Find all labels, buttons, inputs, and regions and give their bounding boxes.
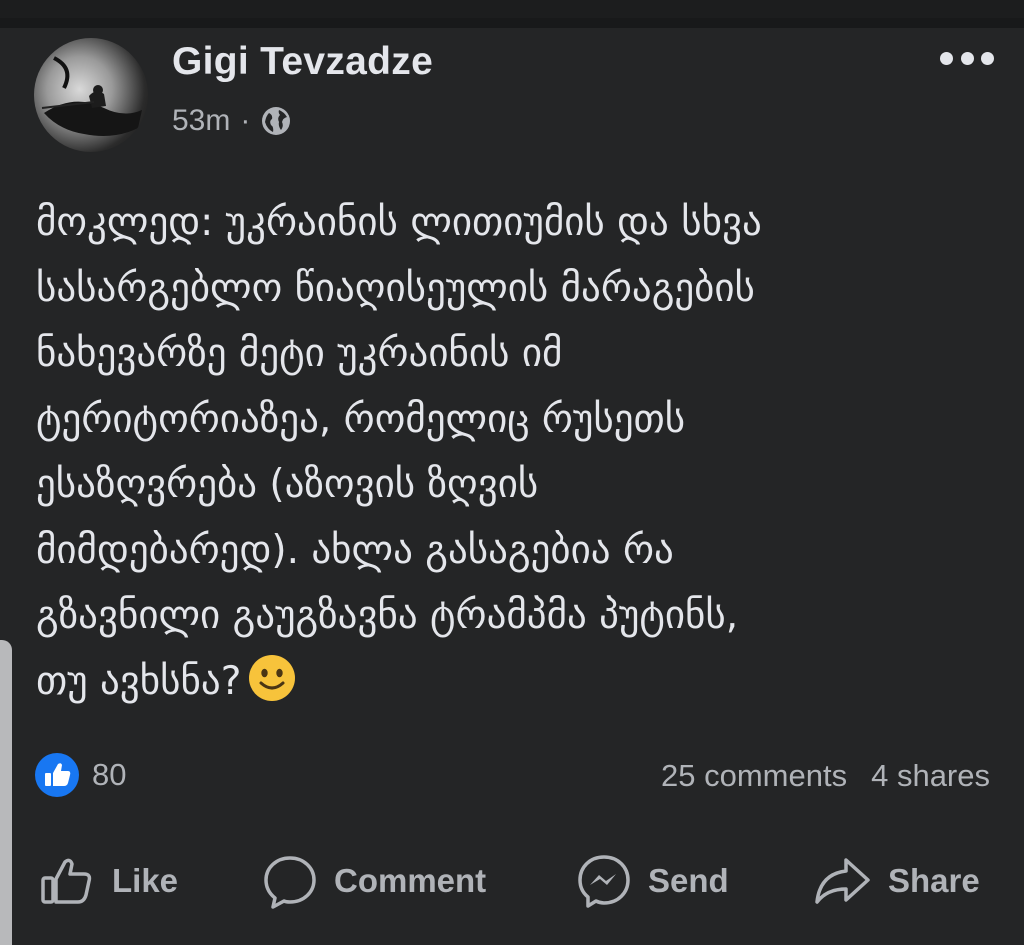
comment-button[interactable]: Comment — [262, 852, 486, 910]
share-icon — [815, 858, 870, 904]
comment-label: Comment — [334, 862, 487, 899]
like-reaction-icon — [35, 753, 79, 797]
shares-count[interactable]: 4 shares — [871, 758, 990, 794]
reaction-count: 80 — [92, 757, 127, 792]
smile-emoji-icon — [249, 654, 296, 701]
send-button[interactable]: Send — [576, 852, 729, 910]
avatar[interactable] — [34, 38, 148, 152]
messenger-icon — [578, 855, 630, 908]
top-divider — [0, 18, 1024, 28]
more-dot — [960, 52, 974, 65]
more-options-icon[interactable] — [940, 52, 994, 66]
post-text: მოკლედ: უკრაინის ლითიუმის და სხვა სასარგ… — [36, 200, 762, 704]
globe-icon[interactable] — [260, 105, 292, 137]
meta-separator: · — [240, 104, 251, 137]
like-label: Like — [112, 862, 179, 899]
send-label: Send — [648, 862, 729, 899]
action-bar: Like Comment Send Share — [0, 852, 1024, 922]
post-meta: 53m · — [172, 104, 292, 138]
share-button[interactable]: Share — [812, 852, 980, 910]
avatar-image — [41, 56, 142, 136]
reactions-summary[interactable]: 80 — [34, 752, 126, 798]
thumbs-up-icon — [41, 858, 92, 904]
more-dot — [940, 52, 953, 65]
author-name[interactable]: Gigi Tevzadze — [172, 40, 433, 84]
post-text-container: მოკლედ: უკრაინის ლითიუმის და სხვა სასარგ… — [36, 190, 996, 714]
engagement-counts: 25 comments 4 shares — [661, 758, 990, 794]
comment-icon — [264, 856, 316, 909]
comments-count[interactable]: 25 comments — [661, 758, 847, 794]
more-dot — [981, 52, 994, 65]
like-button[interactable]: Like — [38, 852, 178, 910]
post-time[interactable]: 53m — [172, 104, 230, 138]
share-label: Share — [888, 862, 980, 899]
